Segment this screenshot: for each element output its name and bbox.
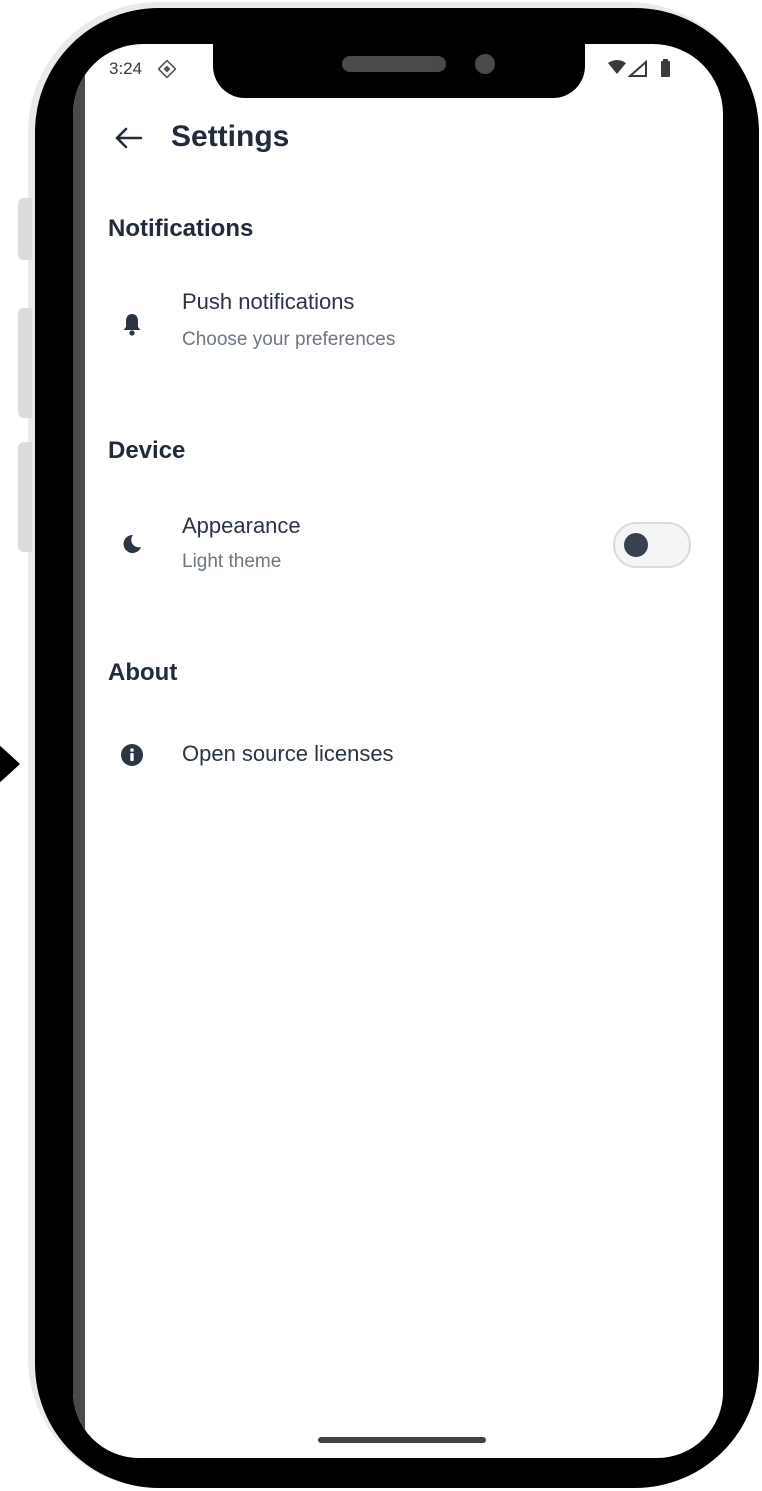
page-title: Settings	[171, 120, 290, 153]
setting-row-open-source-licenses[interactable]: Open source licenses	[100, 728, 704, 782]
setting-title-open-source-licenses: Open source licenses	[182, 741, 394, 766]
notch-camera	[475, 54, 495, 74]
appearance-toggle[interactable]	[613, 522, 691, 568]
notch-speaker	[342, 56, 446, 72]
wifi-icon	[608, 60, 626, 74]
setting-title-appearance: Appearance	[182, 513, 301, 538]
device-volume-down-button	[18, 442, 32, 552]
pointer-arrow-icon	[0, 742, 20, 786]
bell-icon	[118, 310, 146, 338]
status-icons	[608, 59, 670, 77]
battery-icon	[661, 59, 670, 77]
device-side-button	[18, 198, 32, 260]
status-time: 3:24	[109, 59, 143, 78]
section-header-device: Device	[108, 437, 186, 464]
setting-title-push-notifications: Push notifications	[182, 289, 355, 314]
section-header-about: About	[108, 659, 178, 686]
section-header-notifications: Notifications	[108, 215, 254, 242]
setting-row-push-notifications[interactable]: Push notifications Choose your preferenc…	[100, 282, 704, 362]
setting-row-appearance[interactable]: Appearance Light theme	[100, 502, 704, 588]
toggle-knob	[624, 533, 648, 557]
home-indicator[interactable]	[318, 1437, 486, 1443]
setting-subtitle-appearance: Light theme	[182, 551, 282, 572]
info-icon	[118, 741, 146, 769]
device-volume-up-button	[18, 308, 32, 418]
signal-icon	[627, 59, 647, 77]
arrow-left-icon	[115, 127, 143, 149]
back-button[interactable]	[108, 118, 148, 158]
setting-subtitle-push-notifications: Choose your preferences	[182, 329, 396, 350]
moon-icon	[118, 530, 146, 558]
page: 3:24 Settings Notifications Push notific…	[0, 0, 762, 1491]
screen-edge-shade	[73, 44, 85, 1458]
sync-diamond-icon	[158, 60, 176, 78]
